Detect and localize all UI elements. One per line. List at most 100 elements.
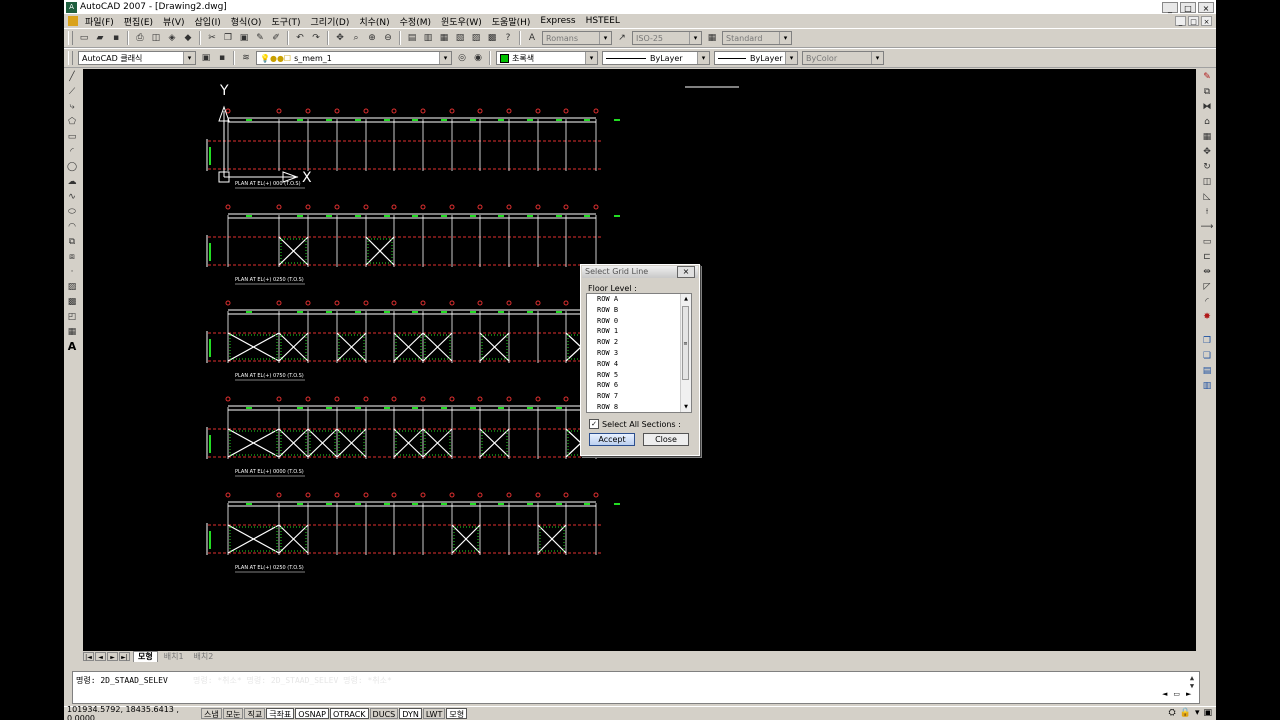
print-icon[interactable]: ⎙ xyxy=(133,31,147,45)
draw-order-back-icon[interactable]: ❏ xyxy=(1200,349,1214,363)
status-toggle[interactable]: 극좌표 xyxy=(266,708,295,719)
list-item[interactable]: ROW 0 xyxy=(587,316,691,327)
publish-icon[interactable]: ◈ xyxy=(165,31,179,45)
dim-style-select[interactable]: ISO-25 ▾ xyxy=(632,31,702,45)
status-toggle[interactable]: 모형 xyxy=(446,708,468,719)
checkbox-check-icon[interactable]: ✓ xyxy=(589,419,599,429)
rectangle-icon[interactable]: ▭ xyxy=(65,130,79,144)
point-icon[interactable]: · xyxy=(65,265,79,279)
linetype-select[interactable]: ByLayer ▾ xyxy=(602,51,710,65)
erase-icon[interactable]: ✎ xyxy=(1200,70,1214,84)
menu-express[interactable]: Express xyxy=(535,16,580,26)
copy-object-icon[interactable]: ⧉ xyxy=(1200,85,1214,99)
plotstyle-select[interactable]: ByColor ▾ xyxy=(802,51,884,65)
array-icon[interactable]: ▦ xyxy=(1200,130,1214,144)
list-item[interactable]: ROW 5 xyxy=(587,370,691,381)
doc-minimize-button[interactable]: _ xyxy=(1175,16,1186,26)
scroll-up-icon[interactable]: ▲ xyxy=(681,294,691,304)
block-editor-icon[interactable]: ✐ xyxy=(269,31,283,45)
menu-modify[interactable]: 수정(M) xyxy=(395,15,436,28)
lineweight-select[interactable]: ByLayer ▾ xyxy=(714,51,798,65)
scroll-left-icon[interactable]: ◄ xyxy=(1162,690,1167,698)
line-icon[interactable]: ╱ xyxy=(65,70,79,84)
new-icon[interactable]: ▭ xyxy=(77,31,91,45)
color-select[interactable]: 초록색 ▾ xyxy=(496,51,598,65)
workspace-select[interactable]: AutoCAD 클래식 ▾ xyxy=(78,51,196,65)
listbox-scrollbar[interactable]: ▲ ≡ ▼ xyxy=(680,294,691,412)
status-toggle[interactable]: 스냅 xyxy=(201,708,222,719)
scroll-thumb[interactable]: ▭ xyxy=(1173,690,1180,698)
communication-center-icon[interactable]: ⛭ xyxy=(1169,708,1176,718)
sheet-set-icon[interactable]: ▧ xyxy=(453,31,467,45)
menu-help[interactable]: 도움말(H) xyxy=(487,15,536,28)
mirror-icon[interactable]: ⧓ xyxy=(1200,100,1214,114)
circle-icon[interactable]: ◯ xyxy=(65,160,79,174)
list-item[interactable]: ROW A xyxy=(587,294,691,305)
move-icon[interactable]: ✥ xyxy=(1200,145,1214,159)
select-all-checkbox[interactable]: ✓ Select All Sections : xyxy=(589,419,681,429)
tab-layout2[interactable]: 배치2 xyxy=(190,652,218,662)
rotate-icon[interactable]: ↻ xyxy=(1200,160,1214,174)
arc-icon[interactable]: ◜ xyxy=(65,145,79,159)
menu-edit[interactable]: 편집(E) xyxy=(119,15,158,28)
document-icon[interactable] xyxy=(68,16,78,26)
markup-icon[interactable]: ▨ xyxy=(469,31,483,45)
list-item[interactable]: ROW 4 xyxy=(587,359,691,370)
cut-icon[interactable]: ✂ xyxy=(205,31,219,45)
undo-icon[interactable]: ↶ xyxy=(293,31,307,45)
dialog-close-icon[interactable]: × xyxy=(677,266,695,278)
table-icon[interactable]: ▦ xyxy=(65,325,79,339)
draw-order-under-icon[interactable]: ▥ xyxy=(1200,379,1214,393)
autocad-app-icon[interactable]: A xyxy=(66,1,77,13)
ellipse-icon[interactable]: ⬭ xyxy=(65,205,79,219)
tab-first-button[interactable]: |◄ xyxy=(83,652,94,661)
status-toggle[interactable]: 직교 xyxy=(244,708,266,719)
status-toggle[interactable]: LWT xyxy=(422,708,446,719)
hatch-icon[interactable]: ▨ xyxy=(65,280,79,294)
help-icon[interactable]: ? xyxy=(501,31,515,45)
draw-order-above-icon[interactable]: ▤ xyxy=(1200,364,1214,378)
scroll-down-icon[interactable]: ▼ xyxy=(681,402,691,412)
floor-level-listbox[interactable]: ROW A ROW B ROW 0 ROW 1 ROW 2 ROW 3 ROW 4 ROW 5… xyxy=(586,293,692,413)
menu-format[interactable]: 형식(O) xyxy=(226,15,267,28)
join-icon[interactable]: ⇹ xyxy=(1200,265,1214,279)
quickcalc-icon[interactable]: ▩ xyxy=(485,31,499,45)
3d-dwf-icon[interactable]: ◆ xyxy=(181,31,195,45)
status-toggle[interactable]: OSNAP xyxy=(295,708,329,719)
tab-next-button[interactable]: ► xyxy=(107,652,118,661)
draw-order-front-icon[interactable]: ❐ xyxy=(1200,334,1214,348)
layer-previous-icon[interactable]: ◉ xyxy=(471,51,485,65)
insert-block-icon[interactable]: ⧉ xyxy=(65,235,79,249)
table-style-select[interactable]: Standard ▾ xyxy=(722,31,792,45)
lock-icon[interactable]: 🔒 xyxy=(1180,708,1191,718)
accept-button[interactable]: Accept xyxy=(589,433,635,446)
list-item[interactable]: ROW 6 xyxy=(587,380,691,391)
extend-icon[interactable]: ⟶ xyxy=(1200,220,1214,234)
tool-palettes-icon[interactable]: ▦ xyxy=(437,31,451,45)
open-icon[interactable]: ▰ xyxy=(93,31,107,45)
tab-last-button[interactable]: ►| xyxy=(119,652,130,661)
scroll-right-icon[interactable]: ► xyxy=(1186,690,1191,698)
chamfer-icon[interactable]: ◸ xyxy=(1200,280,1214,294)
tab-layout1[interactable]: 배치1 xyxy=(160,652,188,662)
make-current-icon[interactable]: ◎ xyxy=(455,51,469,65)
menu-window[interactable]: 윈도우(W) xyxy=(436,15,487,28)
toolbar-grip[interactable] xyxy=(68,31,73,45)
trim-icon[interactable]: ⟊ xyxy=(1200,205,1214,219)
menu-tools[interactable]: 도구(T) xyxy=(266,15,305,28)
zoom-window-icon[interactable]: ⊕ xyxy=(365,31,379,45)
maximize-button[interactable]: □ xyxy=(1180,1,1196,13)
tab-prev-button[interactable]: ◄ xyxy=(95,652,106,661)
coordinates-readout[interactable]: 101934.5792, 18435.6413 , 0.0000 xyxy=(64,705,201,720)
close-dialog-button[interactable]: Close xyxy=(643,433,689,446)
command-prompt[interactable]: 명령: 2D_STAAD_SELEV xyxy=(76,675,168,686)
minimize-button[interactable]: _ xyxy=(1162,1,1178,13)
pan-icon[interactable]: ✥ xyxy=(333,31,347,45)
polygon-icon[interactable]: ⬠ xyxy=(65,115,79,129)
fillet-icon[interactable]: ◜ xyxy=(1200,295,1214,309)
status-toggle[interactable]: DUCS xyxy=(369,708,399,719)
menu-hsteel[interactable]: HSTEEL xyxy=(581,16,625,26)
offset-icon[interactable]: ⌂ xyxy=(1200,115,1214,129)
toolbar-grip[interactable] xyxy=(68,51,73,65)
menu-draw[interactable]: 그리기(D) xyxy=(306,15,355,28)
